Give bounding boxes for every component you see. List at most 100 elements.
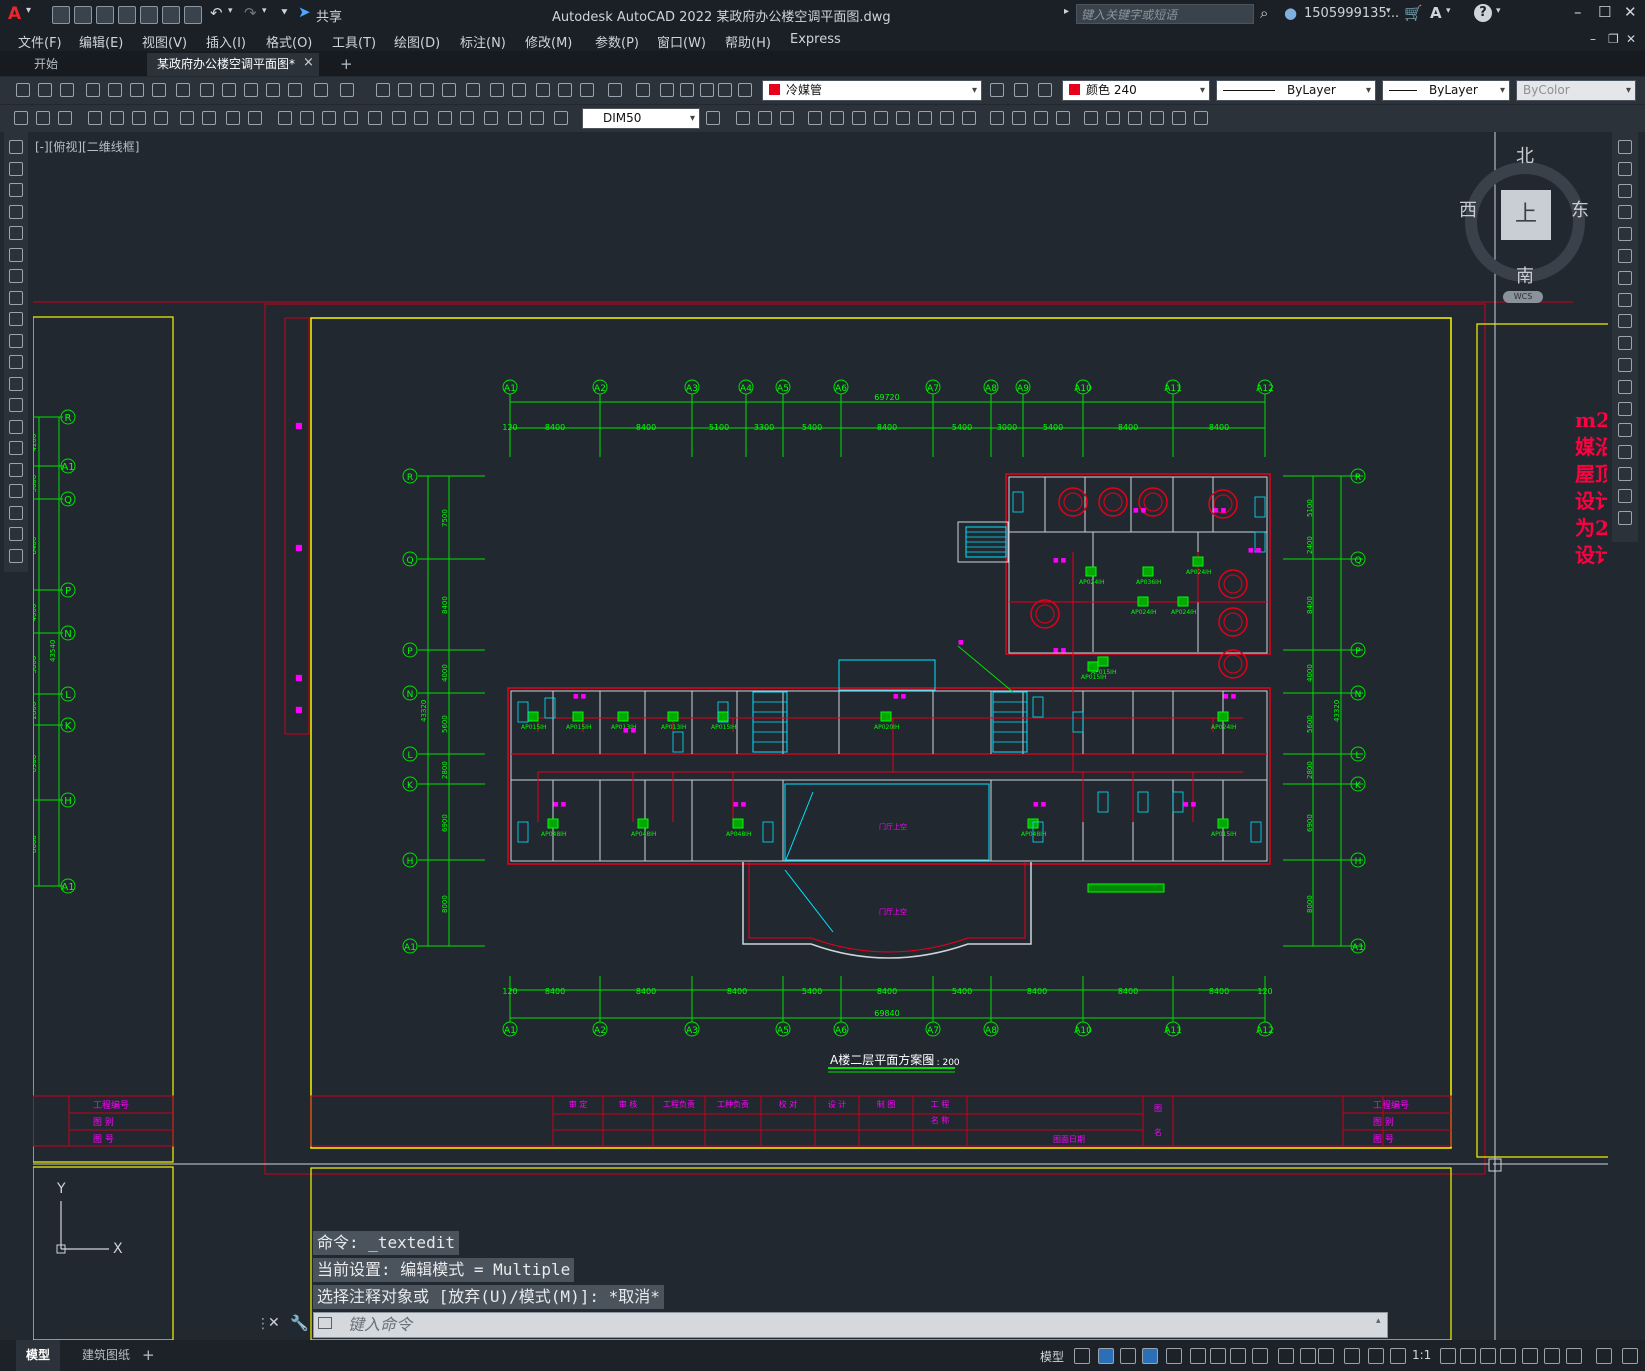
construction-line-icon[interactable] xyxy=(9,161,23,176)
revision-cloud-icon[interactable] xyxy=(9,290,23,305)
snap-dropdown-icon[interactable] xyxy=(1120,1348,1136,1364)
layer-dropdown[interactable]: 冷媒管 ▾ xyxy=(762,80,982,101)
edit-spline-icon[interactable] xyxy=(1172,111,1186,125)
sheet-set-icon[interactable] xyxy=(512,83,526,97)
redo-dropdown-icon[interactable]: ▾ xyxy=(262,6,267,16)
layer-freeze-icon[interactable] xyxy=(660,83,674,97)
wcs-menu-button[interactable]: WCS xyxy=(1503,291,1543,303)
save-icon[interactable] xyxy=(60,83,74,97)
autodesk-a360-icon[interactable]: A xyxy=(1430,4,1442,22)
center-mark-icon[interactable] xyxy=(414,111,428,125)
layer-state-icon[interactable] xyxy=(700,83,714,97)
region-icon[interactable] xyxy=(9,484,23,498)
search-input[interactable]: 键入关键字或短语 xyxy=(1076,4,1254,24)
scale-dropdown-icon[interactable] xyxy=(1440,1348,1456,1364)
redo-icon[interactable]: ↷ xyxy=(244,4,257,22)
align-icon[interactable] xyxy=(1106,111,1120,125)
add-layout-icon[interactable]: + xyxy=(142,1346,155,1364)
extend-icon[interactable] xyxy=(1618,358,1632,372)
user-name[interactable]: 1505999135... xyxy=(1304,6,1399,21)
3d-print-icon[interactable] xyxy=(152,83,166,97)
isolate-objects-icon[interactable] xyxy=(1544,1348,1560,1364)
viewcube-top-face[interactable]: 上 xyxy=(1501,190,1551,240)
insert-block-icon[interactable] xyxy=(9,376,23,391)
workspace-dropdown-icon[interactable] xyxy=(1480,1348,1496,1364)
blend-curves-icon[interactable] xyxy=(1618,488,1632,503)
layer-lock-icon[interactable] xyxy=(680,83,694,97)
redo-icon[interactable] xyxy=(314,83,328,97)
ortho-mode-icon[interactable] xyxy=(1142,1348,1158,1364)
break-icon[interactable] xyxy=(1618,401,1632,416)
open-web-icon[interactable] xyxy=(140,6,158,24)
plot-icon[interactable] xyxy=(184,6,202,24)
layer-previous-icon[interactable] xyxy=(1014,83,1028,97)
model-space-button[interactable]: 模型 xyxy=(1040,1348,1064,1365)
polar-dropdown-icon[interactable] xyxy=(1190,1348,1206,1364)
menu-parametric[interactable]: 参数(P) xyxy=(595,32,639,51)
mtext-icon[interactable] xyxy=(9,527,23,541)
app-menu-dropdown-icon[interactable]: ▾ xyxy=(26,5,31,16)
undo-dropdown-icon[interactable]: ▾ xyxy=(228,6,233,16)
lineweight-display-icon[interactable] xyxy=(1318,1348,1334,1364)
spline-icon[interactable] xyxy=(9,312,23,326)
chamfer-icon[interactable] xyxy=(1034,111,1048,125)
help-dropdown-icon[interactable]: ▾ xyxy=(1496,6,1501,16)
menu-edit[interactable]: 编辑(E) xyxy=(79,32,123,51)
erase-icon[interactable] xyxy=(736,111,750,125)
edit-polyline-icon[interactable] xyxy=(1150,111,1164,125)
customize-qat-icon[interactable]: ⯆ xyxy=(280,6,289,20)
cart-icon[interactable]: 🛒 xyxy=(1404,4,1423,22)
make-object-layer-current-icon[interactable] xyxy=(990,83,1004,97)
tab-layout[interactable]: 建筑图纸 xyxy=(74,1340,138,1371)
linetype-dropdown[interactable]: ByLayer ▾ xyxy=(1216,80,1376,101)
dim-style-icon[interactable] xyxy=(554,111,568,125)
trim-icon[interactable] xyxy=(1618,336,1632,351)
make-block-icon[interactable] xyxy=(36,111,50,125)
doc-close-icon[interactable]: ✕ xyxy=(1626,32,1636,46)
layer-on-icon[interactable] xyxy=(636,83,650,97)
rotate-icon[interactable] xyxy=(1618,270,1632,285)
autocad-logo-icon[interactable]: A xyxy=(8,4,21,24)
radius-dim-icon[interactable] xyxy=(180,111,194,125)
viewcube-south[interactable]: 南 xyxy=(1516,262,1534,288)
zoom-realtime-icon[interactable] xyxy=(376,83,390,97)
search-expand-icon[interactable]: ▸ xyxy=(1064,6,1069,17)
save-icon[interactable] xyxy=(96,6,114,24)
edit-hatch-icon[interactable] xyxy=(1194,111,1208,125)
tab-active-drawing[interactable]: 某政府办公楼空调平面图* xyxy=(147,53,319,76)
extend-icon[interactable] xyxy=(962,111,976,125)
save-web-icon[interactable] xyxy=(162,6,180,24)
layer-previous-icon[interactable] xyxy=(718,83,732,97)
explode-icon[interactable] xyxy=(1084,111,1098,125)
ellipse-icon[interactable] xyxy=(9,333,23,348)
pan-icon[interactable] xyxy=(340,83,354,97)
object-snap-tracking-icon[interactable] xyxy=(1252,1348,1268,1364)
copy-object-icon[interactable] xyxy=(758,111,772,125)
menu-help[interactable]: 帮助(H) xyxy=(725,32,771,51)
cut-icon[interactable] xyxy=(176,83,190,97)
search-icon[interactable]: ⌕ xyxy=(1260,4,1268,22)
command-history-scroll-icon[interactable]: ▴ xyxy=(1376,1316,1381,1326)
command-recent-icon[interactable] xyxy=(318,1317,332,1329)
move-icon[interactable] xyxy=(1618,249,1632,263)
dim-break-icon[interactable] xyxy=(368,111,382,125)
open-file-icon[interactable] xyxy=(74,6,92,24)
save-as-icon[interactable] xyxy=(118,6,136,24)
tab-model[interactable]: 模型 xyxy=(16,1340,61,1371)
annotation-visibility-icon[interactable] xyxy=(1344,1348,1360,1364)
object-snap-icon[interactable] xyxy=(1278,1348,1294,1364)
tab-start[interactable]: 开始 xyxy=(24,53,144,76)
copy-icon[interactable] xyxy=(1618,161,1632,176)
menu-draw[interactable]: 绘图(D) xyxy=(394,32,440,51)
menu-insert[interactable]: 插入(I) xyxy=(206,32,246,51)
offset-icon[interactable] xyxy=(1618,205,1632,220)
new-file-icon[interactable] xyxy=(52,6,70,24)
trim-icon[interactable] xyxy=(940,111,954,125)
tolerance-icon[interactable] xyxy=(392,111,406,125)
a360-dropdown-icon[interactable]: ▾ xyxy=(1446,6,1451,16)
units-icon[interactable] xyxy=(1500,1348,1516,1364)
polar-tracking-icon[interactable] xyxy=(1166,1348,1182,1364)
explode-icon[interactable] xyxy=(1618,510,1632,525)
jogged-dim-icon[interactable] xyxy=(202,111,216,125)
dimstyle-icon[interactable] xyxy=(706,111,720,125)
